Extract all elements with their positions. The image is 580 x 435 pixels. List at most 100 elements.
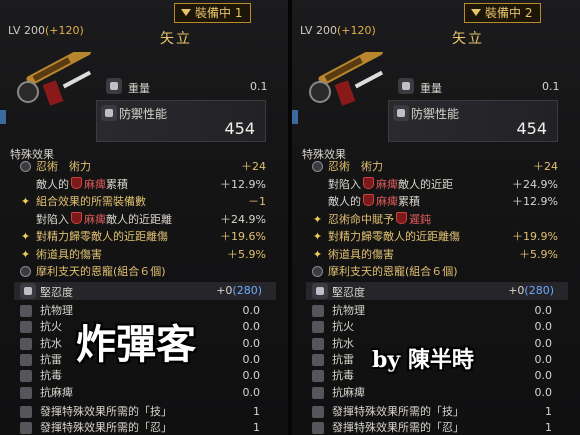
special-effect-row: 敵人的 麻痺累積 ＋12.9% <box>0 176 288 192</box>
status-ailment-label: 遲鈍 <box>409 212 431 226</box>
special-effect-label: 摩利支天的恩寵(組合６個) <box>328 265 458 278</box>
equipped-tab-1[interactable]: 裝備中 1 <box>174 3 252 23</box>
weight-icon <box>398 78 414 94</box>
resistance-value: 0.0 <box>534 385 553 399</box>
defense-box: 防禦性能 454 <box>96 100 266 142</box>
set-bonus-icon <box>20 266 31 277</box>
special-effect-row: ✦ 忍術命中賦予 遲鈍 <box>292 211 580 227</box>
special-effect-row: ✦ 組合效果的所需裝備數 －1 <box>0 194 288 209</box>
defense-icon <box>393 105 409 121</box>
toughness-row: 堅忍度 +0(280) <box>14 282 276 300</box>
special-effect-row: ✦ 術道具的傷害 ＋5.9% <box>292 247 580 262</box>
requirement-row: 發揮特殊效果所需的「忍」 1 <box>292 420 580 435</box>
defense-value: 454 <box>224 119 255 138</box>
star-icon: ✦ <box>20 230 31 243</box>
requirement-label: 發揮特殊效果所需的「技」 <box>40 405 172 418</box>
resistance-value: 0.0 <box>242 369 261 383</box>
resistance-label: 抗雷 <box>332 352 354 366</box>
requirement-value: 1 <box>253 421 260 434</box>
defense-box: 防禦性能 454 <box>388 100 558 142</box>
toughness-row: 堅忍度 +0(280) <box>306 282 568 300</box>
requirement-label: 發揮特殊效果所需的「技」 <box>332 405 464 418</box>
status-ailment-label: 麻痺 <box>84 177 106 191</box>
overlay-author: by 陳半時 <box>372 347 474 373</box>
special-effect-label: 對精力歸零敵人的近距離傷 <box>328 230 460 243</box>
resistance-icon <box>20 321 32 334</box>
resistance-row: 抗麻痺 0.0 <box>292 385 580 401</box>
special-effect-label: 忍術 術力 <box>328 160 383 173</box>
resistance-row: 抗毒 0.0 <box>0 368 288 384</box>
resistance-label: 抗水 <box>40 336 62 350</box>
resistance-value: 0.0 <box>534 336 553 350</box>
resistance-row: 抗火 0.0 <box>292 319 580 335</box>
resistance-value: 0.0 <box>242 336 261 350</box>
special-effect-row: 敵人的 麻痺累積 ＋12.9% <box>292 194 580 209</box>
special-effect-value: ＋12.9% <box>512 195 558 208</box>
resistance-icon <box>20 305 32 317</box>
status-ailment-label: 麻痺 <box>376 177 398 191</box>
special-effect-label: 摩利支天的恩寵(組合６個) <box>36 265 166 278</box>
resistance-icon <box>20 386 32 399</box>
set-bonus-icon <box>312 161 323 172</box>
requirement-row: 發揮特殊效果所需的「技」 1 <box>0 404 288 420</box>
special-effect-value: ＋19.6% <box>220 230 266 243</box>
resistance-value: 0.0 <box>242 304 261 317</box>
resistance-value: 0.0 <box>534 369 553 383</box>
special-effect-label: 對陷入 麻痺敵人的近距離 <box>36 211 172 226</box>
requirement-label: 發揮特殊效果所需的「忍」 <box>332 421 464 434</box>
status-ailment-icon <box>71 176 82 189</box>
resistance-label: 抗物理 <box>332 304 365 317</box>
resistance-icon <box>312 337 324 350</box>
resistance-row: 抗麻痺 0.0 <box>0 385 288 401</box>
resistance-icon <box>20 370 32 383</box>
equipped-tab-2[interactable]: 裝備中 2 <box>464 3 542 23</box>
resistance-value: 0.0 <box>242 385 261 399</box>
special-effect-value: ＋24.9% <box>512 177 558 191</box>
special-effect-label: 敵人的 麻痺累積 <box>36 176 128 191</box>
toughness-label: 堅忍度 <box>40 286 73 299</box>
resistance-label: 抗物理 <box>40 304 73 317</box>
special-effect-label: 對精力歸零敵人的近距離傷 <box>36 230 168 243</box>
special-effect-row: ✦ 對精力歸零敵人的近距離傷 ＋19.9% <box>292 229 580 244</box>
special-effect-row: ✦ 對精力歸零敵人的近距離傷 ＋19.6% <box>0 229 288 244</box>
resistance-value: 0.0 <box>534 320 553 334</box>
special-effect-label: 術道具的傷害 <box>36 247 102 261</box>
toughness-icon <box>312 283 328 299</box>
special-effect-label: 忍術命中賦予 遲鈍 <box>328 211 431 226</box>
resistance-value: 0.0 <box>534 352 553 366</box>
equipped-marker-icon <box>181 9 191 16</box>
resistance-icon <box>312 386 324 399</box>
resistance-icon <box>312 305 324 317</box>
toughness-value: +0(280) <box>508 284 554 297</box>
toughness-icon <box>20 283 36 299</box>
special-effect-row: 摩利支天的恩寵(組合６個) <box>0 264 288 279</box>
defense-label: 防禦性能 <box>411 107 460 121</box>
status-ailment-label: 麻痺 <box>376 195 398 208</box>
special-effect-row: 忍術 術力 ＋24 <box>292 159 580 174</box>
requirement-icon <box>20 406 32 418</box>
set-bonus-icon <box>312 266 323 277</box>
requirement-value: 1 <box>545 421 552 434</box>
star-icon: ✦ <box>20 195 31 208</box>
special-effect-row: ✦ 術道具的傷害 ＋5.9% <box>0 247 288 262</box>
resistance-label: 抗毒 <box>40 369 62 383</box>
yatate-item-icon <box>309 52 384 106</box>
special-effect-label: 術道具的傷害 <box>328 247 394 261</box>
special-effect-value: －1 <box>248 195 266 208</box>
special-effect-label: 敵人的 麻痺累積 <box>328 194 420 208</box>
item-level: LV 200(+120) <box>8 24 84 37</box>
special-effect-value: ＋12.9% <box>220 177 266 191</box>
toughness-value: +0(280) <box>216 284 262 297</box>
requirement-value: 1 <box>545 405 552 418</box>
special-effect-value: ＋24 <box>241 160 266 173</box>
status-ailment-icon <box>396 211 407 224</box>
status-ailment-icon <box>71 211 82 224</box>
star-icon: ✦ <box>312 230 323 243</box>
resistance-label: 抗火 <box>332 320 354 334</box>
resistance-label: 抗水 <box>332 336 354 350</box>
special-effect-value: ＋24 <box>533 160 558 173</box>
overlay-title: 炸彈客 <box>76 321 196 368</box>
resistance-icon <box>20 353 32 366</box>
equipped-marker-icon <box>471 9 481 16</box>
resistance-value: 0.0 <box>534 304 553 317</box>
